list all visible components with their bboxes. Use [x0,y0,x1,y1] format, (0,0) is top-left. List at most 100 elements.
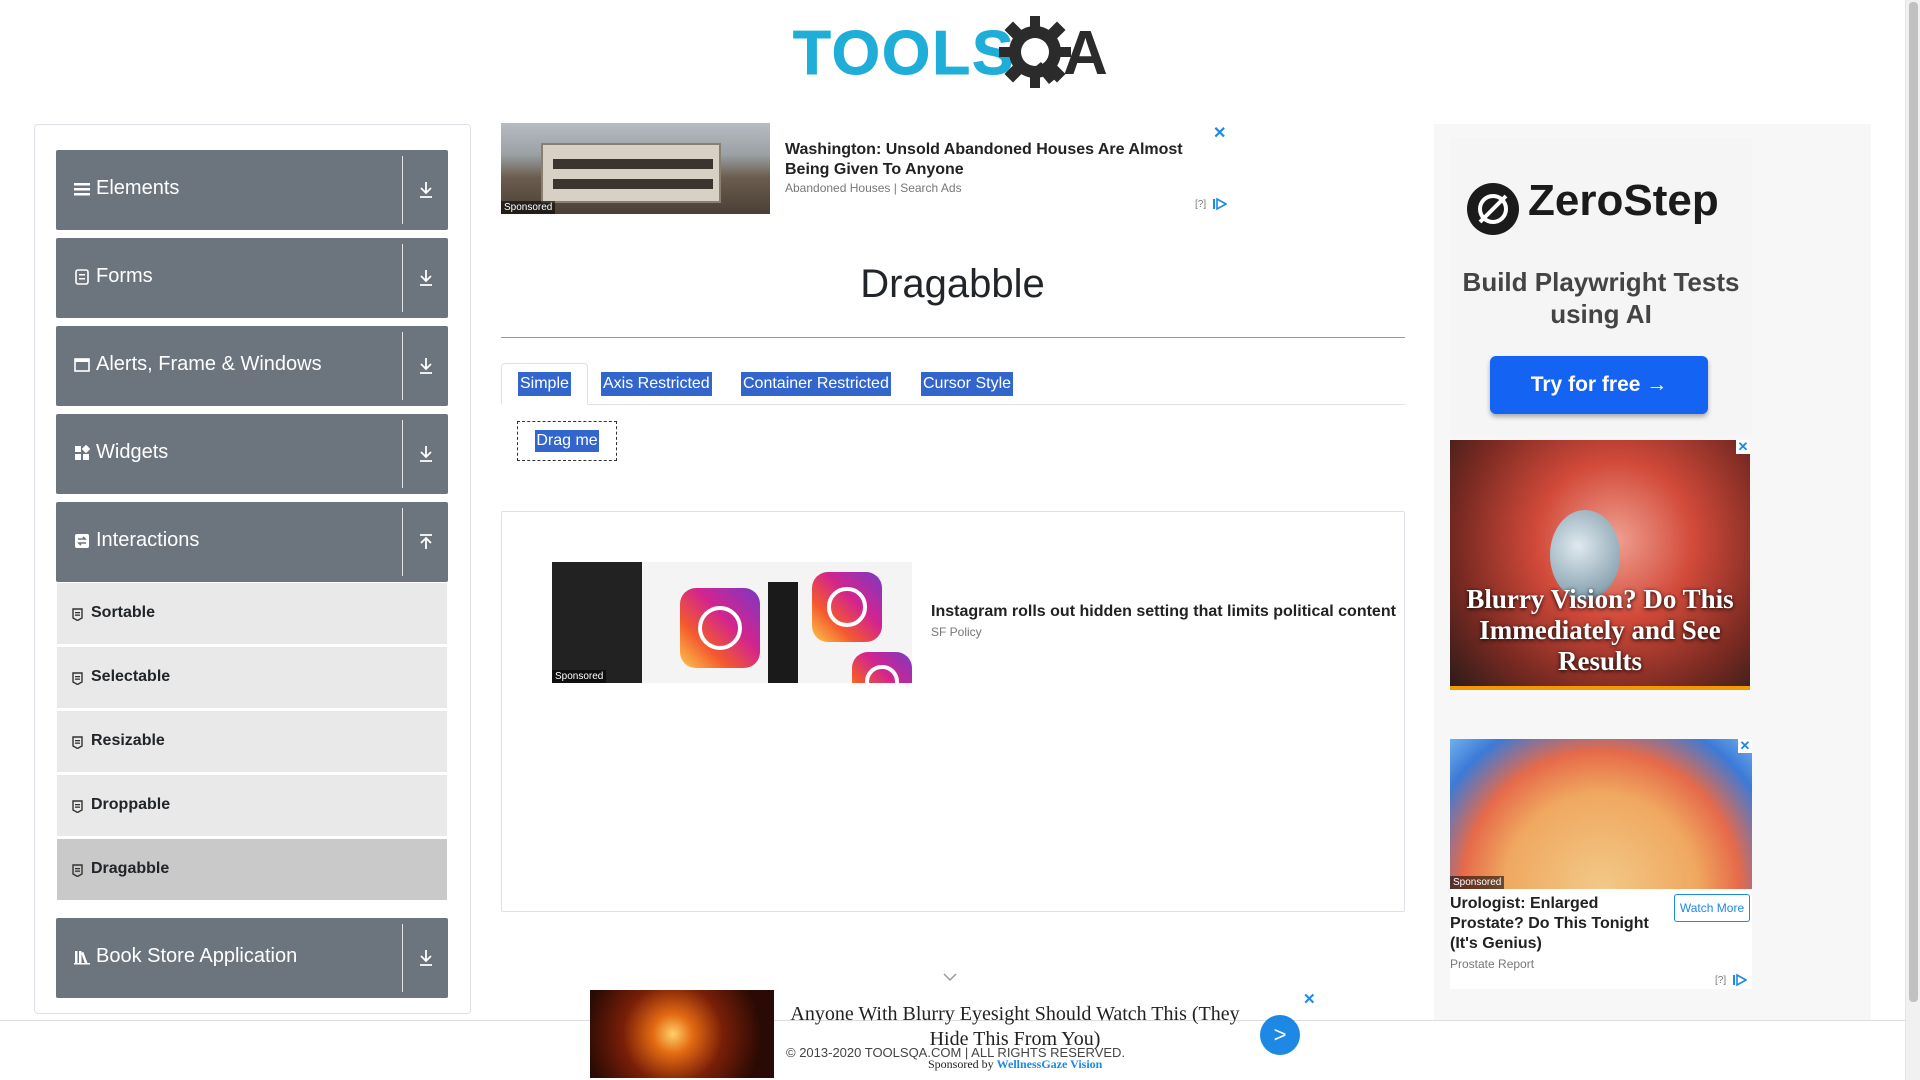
vertical-scrollbar[interactable] [1905,0,1920,1080]
ad-headline[interactable]: Anyone With Blurry Eyesight Should Watch… [780,1002,1250,1052]
zerostep-ad[interactable]: ZeroStep Build Playwright Tests using AI… [1450,138,1752,436]
sponsored-label: Sponsored [1450,876,1505,889]
sidebar-item-sortable[interactable]: Sortable [57,583,447,645]
adchoices-icon[interactable] [1213,197,1227,211]
divider [402,244,403,312]
download-arrow-icon [420,182,432,198]
nav-group-label: Interactions [96,529,200,551]
interactions-icon [75,534,89,548]
phone-illustration [552,562,642,683]
nav-group-book-store[interactable]: Book Store Application [56,918,448,998]
divider [402,924,403,992]
ad-headline[interactable]: Urologist: Enlarged Prostate? Do This To… [1450,894,1665,954]
ad-headline: Blurry Vision? Do This Immediately and S… [1466,584,1734,676]
ad-headline[interactable]: Washington: Unsold Abandoned Houses Are … [785,140,1205,180]
instagram-icon [852,652,912,683]
prostate-ad[interactable]: Sponsored ✕ Urologist: Enlarged Prostate… [1450,739,1752,989]
ad-help-link[interactable]: [?] [1715,975,1726,986]
list-item-icon [72,736,83,749]
list-item-icon [72,800,83,813]
tab-label: Container Restricted [741,371,891,396]
nav-group-label: Alerts, Frame & Windows [96,353,322,375]
logo-tail: A [1063,19,1108,88]
accent-bar [1450,686,1750,690]
close-icon[interactable]: ✕ [1736,440,1750,454]
download-arrow-icon [420,358,432,374]
scrollbar-thumb[interactable] [1909,2,1918,1002]
gear-icon [999,16,1071,88]
watch-more-button[interactable]: Watch More [1674,894,1750,922]
instagram-icon [680,588,760,668]
nav-group-elements[interactable]: Elements [56,150,448,230]
tab-container-restricted[interactable]: Container Restricted [725,363,907,404]
upload-arrow-icon [420,534,432,549]
nav-group-label: Elements [96,177,180,199]
download-arrow-icon [420,950,432,966]
tab-label: Cursor Style [921,371,1014,396]
chevron-down-icon[interactable] [943,972,957,982]
sidebar-item-dragabble[interactable]: Dragabble [57,839,447,901]
draggable-box[interactable]: Drag me [517,421,617,461]
zerostep-logo-icon [1467,183,1519,235]
page: TOOLS A Elements Forms Alerts, Frame & W… [0,0,1920,1080]
ad-headline[interactable]: Instagram rolls out hidden setting that … [931,603,1396,621]
blurry-vision-ad[interactable]: Blurry Vision? Do This Immediately and S… [1450,440,1750,690]
ad-source: SF Policy [931,625,982,639]
tab-bar: Simple Axis Restricted Container Restric… [501,363,1405,405]
bottom-sticky-advertisement[interactable]: Anyone With Blurry Eyesight Should Watch… [590,990,1320,1080]
download-arrow-icon [420,270,432,286]
ad-image-anatomy[interactable]: Sponsored ✕ [1450,739,1752,889]
house-illustration [541,143,721,203]
list-item-icon [72,608,83,621]
adchoices-icon[interactable] [1733,973,1747,987]
nav-group-label: Widgets [96,441,169,463]
divider [402,156,403,224]
zerostep-brand: ZeroStep [1528,176,1719,225]
tab-cursor-style[interactable]: Cursor Style [905,363,1029,404]
list-item-icon [72,672,83,685]
top-advertisement[interactable]: Sponsored Washington: Unsold Abandoned H… [501,123,1231,215]
sponsored-label: Sponsored [552,670,607,683]
sidebar-item-label: Resizable [91,732,165,749]
zerostep-tagline: Build Playwright Tests using AI [1462,267,1740,329]
right-advertisements: ZeroStep Build Playwright Tests using AI… [1434,124,1871,1080]
nav-group-interactions[interactable]: Interactions [56,502,448,582]
close-icon[interactable]: ✕ [1738,739,1752,753]
sidebar-item-label: Sortable [91,604,156,621]
window-icon [74,358,90,372]
tab-label: Simple [518,372,571,396]
sponsored-by: Sponsored by WellnessGaze Vision [928,1057,1102,1072]
close-icon[interactable]: ✕ [1213,123,1226,143]
sidebar-item-selectable[interactable]: Selectable [57,647,447,709]
list-item-icon [72,864,83,877]
try-for-free-button[interactable]: Try for free → [1490,356,1708,414]
tab-axis-restricted[interactable]: Axis Restricted [585,363,728,404]
sidebar-item-label: Dragabble [91,860,170,877]
close-icon[interactable]: ✕ [1303,990,1316,1008]
divider [402,420,403,488]
sponsor-name[interactable]: WellnessGaze Vision [997,1057,1103,1071]
go-arrow-button[interactable]: > [1260,1015,1300,1055]
ad-help-link[interactable]: [?] [1195,199,1206,210]
menu-icon [74,183,90,196]
download-arrow-icon [420,446,432,462]
left-navigation: Elements Forms Alerts, Frame & Windows W… [34,124,471,1014]
tab-simple[interactable]: Simple [501,363,588,405]
ad-image-house[interactable]: Sponsored [501,123,770,214]
divider [402,508,403,576]
nav-group-alerts-frame-windows[interactable]: Alerts, Frame & Windows [56,326,448,406]
sponsored-by-prefix: Sponsored by [928,1057,994,1071]
divider [501,337,1405,338]
sidebar-item-droppable[interactable]: Droppable [57,775,447,837]
nav-group-label: Forms [96,265,153,287]
ad-image-instagram[interactable]: Sponsored [552,562,912,683]
ad-image-retina[interactable] [590,990,774,1078]
toolsqa-logo[interactable]: TOOLS A [792,14,1115,90]
nav-group-widgets[interactable]: Widgets [56,414,448,494]
phone-illustration [768,582,798,683]
middle-advertisement[interactable]: Sponsored Instagram rolls out hidden set… [501,511,1405,912]
sidebar-item-resizable[interactable]: Resizable [57,711,447,773]
instagram-icon [812,572,882,642]
nav-group-forms[interactable]: Forms [56,238,448,318]
tab-label: Axis Restricted [601,371,712,396]
